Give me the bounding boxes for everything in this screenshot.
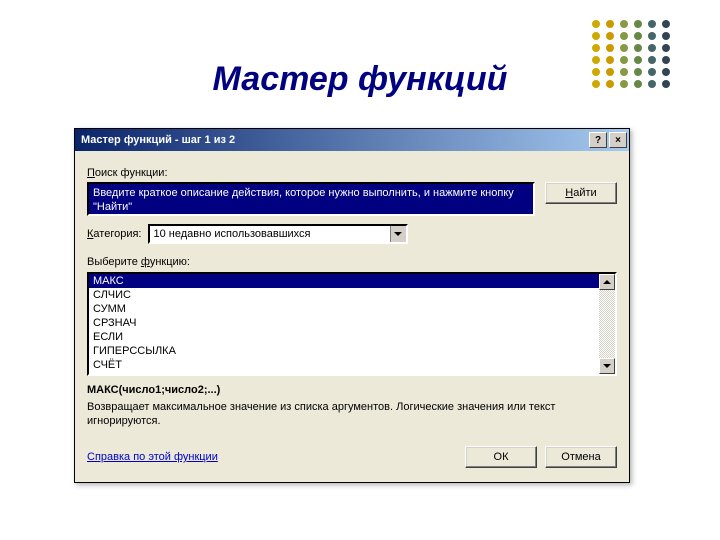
- cancel-button[interactable]: Отмена: [545, 446, 617, 468]
- help-button[interactable]: ?: [589, 132, 607, 148]
- help-link[interactable]: Справка по этой функции: [87, 451, 218, 463]
- function-description: Возвращает максимальное значение из спис…: [87, 400, 617, 428]
- list-item[interactable]: МАКС: [89, 274, 599, 288]
- function-syntax: МАКС(число1;число2;...): [87, 384, 617, 396]
- list-item[interactable]: СРЗНАЧ: [89, 316, 599, 330]
- close-button[interactable]: ×: [609, 132, 627, 148]
- scroll-down-icon[interactable]: [599, 358, 615, 374]
- page-title: Мастер функций: [0, 60, 720, 99]
- titlebar: Мастер функций - шаг 1 из 2 ? ×: [75, 129, 629, 151]
- ok-button[interactable]: ОК: [465, 446, 537, 468]
- list-item[interactable]: СУММ: [89, 302, 599, 316]
- find-button[interactable]: Найти: [545, 182, 617, 204]
- list-item[interactable]: ЕСЛИ: [89, 330, 599, 344]
- search-input[interactable]: Введите краткое описание действия, котор…: [87, 182, 535, 216]
- category-label: Категория:: [87, 228, 142, 240]
- category-value: 10 недавно использовавшихся: [150, 226, 390, 242]
- dialog-title: Мастер функций - шаг 1 из 2: [81, 134, 587, 146]
- search-label: Поиск функции:: [87, 167, 617, 179]
- scrollbar[interactable]: [599, 274, 615, 374]
- chevron-down-icon[interactable]: [390, 226, 406, 242]
- list-item[interactable]: ГИПЕРССЫЛКА: [89, 344, 599, 358]
- function-wizard-dialog: Мастер функций - шаг 1 из 2 ? × Поиск фу…: [74, 128, 630, 483]
- function-listbox[interactable]: МАКССЛЧИССУММСРЗНАЧЕСЛИГИПЕРССЫЛКАСЧЁТ: [87, 272, 617, 376]
- list-item[interactable]: СЧЁТ: [89, 358, 599, 372]
- select-function-label: Выберите функцию:: [87, 256, 617, 268]
- list-item[interactable]: СЛЧИС: [89, 288, 599, 302]
- category-combo[interactable]: 10 недавно использовавшихся: [148, 224, 408, 244]
- scroll-up-icon[interactable]: [599, 274, 615, 290]
